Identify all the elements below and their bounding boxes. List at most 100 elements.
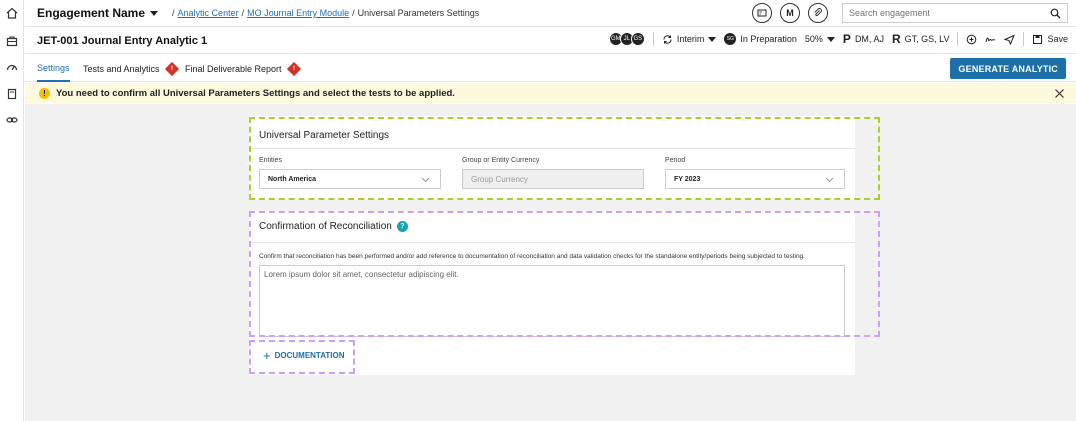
chevron-down-icon bbox=[826, 36, 835, 42]
add-comment-button[interactable] bbox=[966, 34, 977, 45]
send-icon bbox=[1004, 34, 1016, 45]
progress-value: 50% bbox=[804, 34, 823, 44]
analytic-controls: GM JL GS Interim SG In Preparation 50% P… bbox=[608, 32, 1068, 46]
top-header: Engagement Name / Analytic Center / MO J… bbox=[25, 0, 1076, 27]
tab-settings[interactable]: Settings bbox=[37, 55, 70, 82]
currency-placeholder: Group Currency bbox=[471, 174, 528, 184]
currency-label: Group or Entity Currency bbox=[462, 157, 540, 164]
tab-final-report[interactable]: Final Deliverable Report ! bbox=[185, 55, 301, 82]
briefcase-icon[interactable] bbox=[6, 35, 18, 47]
send-button[interactable] bbox=[1004, 34, 1016, 45]
universal-settings-panel: Universal Parameter Settings Entities No… bbox=[249, 116, 855, 200]
chevron-down-icon bbox=[825, 177, 834, 183]
confirmation-textarea[interactable]: Lorem ipsum dolor sit amet, consectetur … bbox=[259, 265, 845, 337]
error-mark: ! bbox=[292, 65, 295, 72]
user-menu-button[interactable]: M bbox=[780, 3, 800, 23]
period-select[interactable]: FY 2023 bbox=[665, 169, 845, 189]
topbar-actions: M bbox=[752, 3, 1068, 23]
status-indicator: SG In Preparation bbox=[724, 33, 797, 45]
breadcrumb-current: Universal Parameters Settings bbox=[357, 8, 480, 18]
info-icon[interactable]: ? bbox=[396, 221, 408, 232]
reviewer-letter: R bbox=[891, 32, 901, 46]
documentation-label: DOCUMENTATION bbox=[274, 351, 345, 360]
id-card-button[interactable] bbox=[752, 3, 772, 23]
panel-title: Confirmation of Reconciliation bbox=[259, 221, 392, 232]
chevron-down-icon bbox=[150, 10, 159, 16]
avatar: GS bbox=[630, 32, 645, 46]
breadcrumb-separator: / bbox=[352, 8, 355, 18]
error-icon: ! bbox=[164, 61, 179, 76]
search-input[interactable] bbox=[849, 8, 1050, 18]
tab-tests-analytics[interactable]: Tests and Analytics ! bbox=[83, 55, 179, 82]
entities-value: North America bbox=[268, 175, 316, 183]
breadcrumb-link-analytic-center[interactable]: Analytic Center bbox=[178, 8, 239, 18]
breadcrumb-link-journal-module[interactable]: MO Journal Entry Module bbox=[247, 8, 349, 18]
confirmation-description: Confirm that reconciliation has been per… bbox=[259, 253, 805, 260]
period-value: FY 2023 bbox=[674, 175, 701, 183]
tab-bar: Settings Tests and Analytics ! Final Del… bbox=[25, 55, 1076, 82]
status-label: In Preparation bbox=[740, 34, 797, 44]
warning-message: You need to confirm all Universal Parame… bbox=[56, 87, 455, 99]
avatar-group[interactable]: GM JL GS bbox=[608, 32, 645, 46]
id-card-icon bbox=[757, 9, 767, 17]
tab-label: Final Deliverable Report bbox=[185, 63, 282, 74]
progress-dropdown[interactable]: 50% bbox=[805, 34, 835, 44]
chevron-down-icon bbox=[708, 36, 717, 42]
main-area: Engagement Name / Analytic Center / MO J… bbox=[25, 0, 1076, 421]
signoff-button[interactable] bbox=[985, 34, 996, 45]
entities-select[interactable]: North America bbox=[259, 169, 441, 189]
entities-label: Entities bbox=[259, 157, 282, 164]
search-icon[interactable] bbox=[1050, 8, 1061, 19]
reviewers[interactable]: R GT, GS, LV bbox=[892, 32, 950, 46]
left-rail bbox=[0, 0, 24, 421]
search-box bbox=[842, 3, 1068, 23]
save-label: Save bbox=[1047, 34, 1068, 44]
warning-banner: ! You need to confirm all Universal Para… bbox=[25, 83, 1076, 103]
home-icon[interactable] bbox=[6, 7, 18, 19]
plus-icon: + bbox=[263, 348, 271, 363]
signature-icon bbox=[985, 36, 996, 42]
confirmation-panel: Confirmation of Reconciliation ? Confirm… bbox=[249, 211, 855, 375]
breadcrumb: / Analytic Center / MO Journal Entry Mod… bbox=[172, 8, 479, 18]
close-icon[interactable] bbox=[1052, 86, 1066, 100]
tab-label: Tests and Analytics bbox=[83, 63, 160, 74]
attachment-button[interactable] bbox=[808, 3, 828, 23]
book-icon[interactable] bbox=[6, 88, 18, 100]
warning-icon: ! bbox=[39, 87, 50, 99]
analytic-bar: JET-001 Journal Entry Analytic 1 GM JL G… bbox=[25, 28, 1076, 54]
phase-dropdown[interactable]: Interim bbox=[662, 34, 717, 45]
divider bbox=[249, 148, 855, 149]
preparer-letter: P bbox=[842, 32, 851, 46]
preparer-names: DM, AJ bbox=[854, 34, 884, 44]
divider bbox=[1023, 32, 1025, 46]
generate-analytic-button[interactable]: GENERATE ANALYTIC bbox=[950, 58, 1066, 79]
status-avatar: SG bbox=[724, 33, 737, 45]
period-label: Period bbox=[665, 157, 686, 164]
sync-icon bbox=[663, 34, 672, 44]
comment-plus-icon bbox=[967, 34, 977, 44]
panel-title: Universal Parameter Settings bbox=[259, 130, 390, 141]
phase-label: Interim bbox=[676, 34, 705, 44]
tab-label: Settings bbox=[37, 62, 70, 73]
divider bbox=[957, 32, 959, 46]
engagement-name: Engagement Name bbox=[37, 6, 146, 20]
engagement-selector[interactable]: Engagement Name bbox=[37, 6, 159, 20]
add-documentation-button[interactable]: + DOCUMENTATION bbox=[263, 349, 345, 362]
save-icon bbox=[1033, 34, 1043, 44]
reviewer-names: GT, GS, LV bbox=[904, 34, 950, 44]
divider bbox=[249, 242, 855, 243]
error-icon: ! bbox=[286, 61, 301, 76]
breadcrumb-separator: / bbox=[172, 8, 175, 18]
analytic-title: JET-001 Journal Entry Analytic 1 bbox=[37, 34, 208, 47]
paperclip-icon bbox=[814, 8, 822, 17]
chevron-down-icon bbox=[421, 177, 430, 183]
divider bbox=[652, 32, 654, 46]
save-button[interactable]: Save bbox=[1032, 34, 1068, 45]
currency-field: Group Currency bbox=[462, 169, 644, 189]
error-mark: ! bbox=[170, 65, 173, 72]
breadcrumb-separator: / bbox=[241, 8, 245, 18]
panel-title-row: Confirmation of Reconciliation ? bbox=[259, 221, 408, 232]
speedometer-icon[interactable] bbox=[6, 61, 18, 73]
link-icon[interactable] bbox=[6, 114, 18, 126]
preparers[interactable]: P DM, AJ bbox=[843, 32, 884, 46]
